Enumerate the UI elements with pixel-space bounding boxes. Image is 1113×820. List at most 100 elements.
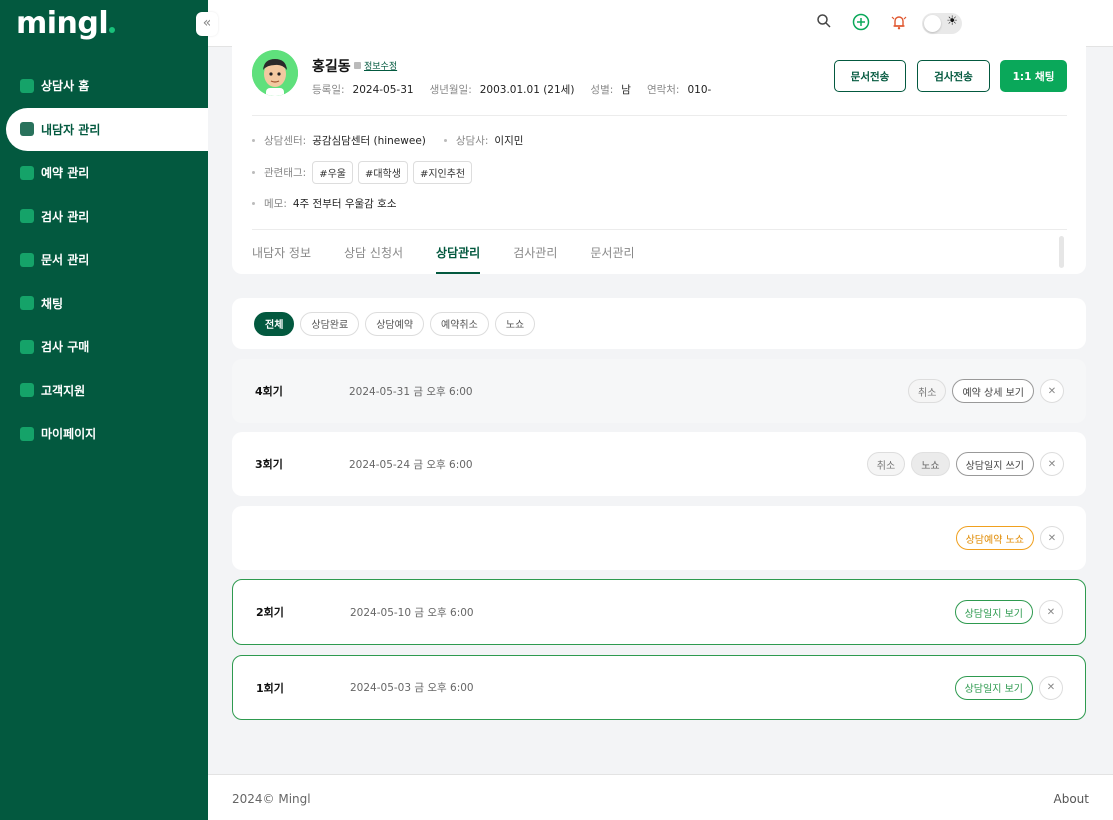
birth-label: 생년월일: — [429, 84, 472, 96]
birth-date: 2003.01.01 (21세) — [479, 84, 575, 96]
filter-all[interactable]: 전체 — [254, 311, 295, 336]
tab-document-management[interactable]: 문서관리 — [590, 230, 634, 274]
close-icon[interactable]: ✕ — [1040, 452, 1064, 476]
session-round: 3회기 — [255, 458, 283, 471]
toggle-knob — [924, 15, 941, 32]
user-icon — [20, 426, 34, 441]
view-journal-button[interactable]: 상담일지 보기 — [954, 600, 1033, 624]
noshow-button[interactable]: 노쇼 — [911, 452, 950, 476]
tab-counseling-management[interactable]: 상담관리 — [436, 230, 481, 274]
cancel-button[interactable]: 취소 — [908, 379, 947, 403]
contact-label: 연락처: — [646, 84, 680, 96]
tag-chip: #대학생 — [357, 161, 408, 184]
session-actions: 상담일지 보기 ✕ — [949, 600, 1063, 624]
session-actions: 취소 노쇼 상담일지 쓰기 ✕ — [861, 452, 1064, 476]
session-date: 2024-05-24 금 오후 6:00 — [349, 458, 473, 471]
about-link[interactable]: About — [1054, 792, 1089, 806]
tab-client-info[interactable]: 내담자 정보 — [252, 230, 311, 274]
session-round: 4회기 — [255, 385, 283, 398]
write-journal-button[interactable]: 상담일지 쓰기 — [955, 452, 1034, 476]
session-date: 2024-05-03 금 오후 6:00 — [350, 682, 474, 694]
alarm-bell-icon[interactable] — [889, 13, 909, 33]
sidebar-item-label: 예약 관리 — [41, 166, 90, 181]
sun-icon: ☀ — [946, 14, 958, 29]
sidebar-item-label: 내담자 관리 — [41, 122, 101, 137]
counselor-label: 상담사: — [455, 135, 489, 147]
client-meta-row: 등록일: 2024-05-31 생년월일: 2003.01.01 (21세) 성… — [312, 82, 727, 97]
sidebar-item-customer-support[interactable]: 고객지원 — [0, 369, 208, 413]
center-label: 상담센터: — [264, 135, 307, 147]
sidebar-item-label: 고객지원 — [41, 383, 86, 398]
edit-info-label: 정보수정 — [364, 62, 398, 72]
session-row-1: 1회기 2024-05-03 금 오후 6:00 상담일지 보기 ✕ — [232, 655, 1086, 720]
client-name: 홍길동 — [312, 59, 351, 75]
theme-toggle[interactable]: ☀ — [922, 13, 962, 34]
sidebar-collapse-button[interactable]: « — [196, 12, 218, 36]
session-date: 2024-05-31 금 오후 6:00 — [349, 385, 473, 398]
close-icon[interactable]: ✕ — [1040, 379, 1064, 403]
close-icon[interactable]: ✕ — [1039, 675, 1063, 700]
support-icon — [20, 383, 34, 398]
filter-noshow[interactable]: 노쇼 — [494, 311, 536, 336]
sidebar-item-client-management[interactable]: 내담자 관리 — [6, 107, 208, 151]
center-info-row: 상담센터: 공감심담센터 (hinewee) 상담사: 이지민 — [252, 133, 541, 148]
center-value: 공감심담센터 (hinewee) — [312, 135, 426, 147]
edit-info-link[interactable]: 정보수정 — [354, 59, 397, 72]
sidebar-nav: 상담사 홈 내담자 관리 예약 관리 검사 관리 문서 관리 채팅 검사 구매 … — [0, 64, 208, 456]
tabs-scrollbar[interactable] — [1059, 236, 1064, 268]
session-round: 2회기 — [256, 606, 284, 619]
copyright: 2024© Mingl — [232, 792, 311, 806]
filter-cancelled[interactable]: 예약취소 — [430, 311, 489, 336]
session-filter-bar: 전체 상담완료 상담예약 예약취소 노쇼 — [232, 298, 1086, 349]
reservation-noshow-badge[interactable]: 상담예약 노쇼 — [955, 526, 1034, 550]
sidebar-item-test-management[interactable]: 검사 관리 — [0, 195, 208, 239]
tags-info-row: 관련태그: #우울 #대학생 #지인추천 — [252, 161, 477, 184]
tab-test-management[interactable]: 검사관리 — [513, 230, 557, 274]
tab-application-form[interactable]: 상담 신청서 — [344, 230, 403, 274]
cancel-button[interactable]: 취소 — [866, 452, 906, 476]
purchase-icon — [20, 339, 34, 354]
tags-label: 관련태그: — [264, 167, 307, 179]
session-actions: 취소 예약 상세 보기 ✕ — [902, 379, 1064, 403]
client-profile-card: 홍길동 정보수정 등록일: 2024-05-31 생년월일: 2003.01.0… — [232, 40, 1086, 274]
sidebar-item-chat[interactable]: 채팅 — [0, 282, 208, 326]
sidebar-item-label: 마이페이지 — [41, 427, 97, 442]
session-row-2: 2회기 2024-05-10 금 오후 6:00 상담일지 보기 ✕ — [232, 579, 1086, 645]
sidebar-item-reservation-management[interactable]: 예약 관리 — [0, 151, 208, 195]
close-icon[interactable]: ✕ — [1039, 600, 1063, 624]
tag-chip: #우울 — [312, 161, 353, 184]
session-actions: 상담일지 보기 ✕ — [949, 675, 1063, 700]
filter-reserved[interactable]: 상담예약 — [365, 311, 425, 336]
registered-label: 등록일: — [312, 84, 345, 96]
one-on-one-chat-button[interactable]: 1:1 채팅 — [1000, 60, 1067, 92]
session-round: 1회기 — [256, 681, 284, 695]
view-journal-button[interactable]: 상담일지 보기 — [954, 675, 1033, 700]
search-icon[interactable] — [814, 13, 834, 33]
client-tabs: 내담자 정보 상담 신청서 상담관리 검사관리 문서관리 — [252, 230, 668, 274]
filter-completed[interactable]: 상담완료 — [300, 311, 360, 336]
session-row-4: 4회기 2024-05-31 금 오후 6:00 취소 예약 상세 보기 ✕ — [232, 359, 1086, 423]
document-icon — [20, 252, 34, 267]
sidebar-item-mypage[interactable]: 마이페이지 — [0, 412, 208, 456]
memo-label: 메모: — [264, 198, 287, 210]
session-actions: 상담예약 노쇼 ✕ — [950, 526, 1064, 550]
sidebar-item-document-management[interactable]: 문서 관리 — [0, 238, 208, 282]
add-circle-icon[interactable] — [851, 13, 871, 33]
reservation-detail-button[interactable]: 예약 상세 보기 — [952, 379, 1034, 403]
sidebar-item-label: 채팅 — [41, 296, 64, 311]
send-test-button[interactable]: 검사전송 — [917, 60, 990, 92]
sidebar-item-label: 상담사 홈 — [41, 79, 90, 94]
footer: 2024© Mingl About — [208, 774, 1113, 820]
sidebar-item-test-purchase[interactable]: 검사 구매 — [0, 325, 208, 369]
contact-value: 010- — [687, 83, 712, 96]
sidebar-item-label: 문서 관리 — [41, 253, 90, 268]
close-icon[interactable]: ✕ — [1040, 526, 1064, 550]
session-date: 2024-05-10 금 오후 6:00 — [350, 606, 474, 619]
mingl-logo[interactable]: mingl — [16, 6, 116, 41]
client-card-icon — [20, 122, 34, 137]
send-document-button[interactable]: 문서전송 — [834, 60, 906, 92]
memo-info-row: 메모: 4주 전부터 우울감 호소 — [252, 196, 415, 211]
sidebar-item-counselor-home[interactable]: 상담사 홈 — [0, 64, 208, 108]
avatar — [252, 50, 298, 96]
session-row-noshow: 상담예약 노쇼 ✕ — [232, 506, 1086, 570]
